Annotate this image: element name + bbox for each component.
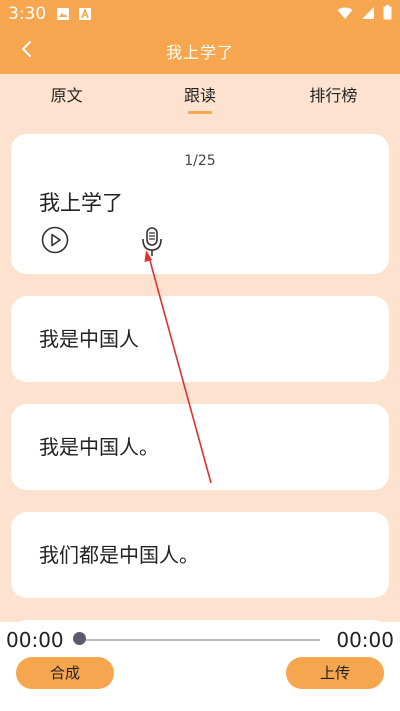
- sentence-counter: 1/25: [184, 153, 216, 169]
- page-title: 我上学了: [165, 43, 234, 62]
- image-icon: [56, 7, 70, 21]
- current-time: 00:00: [6, 628, 64, 652]
- tab-original[interactable]: 原文: [0, 74, 133, 120]
- a-icon: [78, 7, 92, 21]
- signal-icon: [361, 5, 375, 24]
- play-circle-icon: [41, 226, 69, 258]
- play-button[interactable]: [41, 226, 69, 254]
- battery-icon: [383, 4, 392, 24]
- time-row: 00:00 00:00: [0, 626, 400, 654]
- wifi-icon: [337, 5, 353, 24]
- compose-button[interactable]: 合成: [16, 657, 114, 689]
- status-bar: 3:30: [0, 0, 400, 28]
- app-bar: 我上学了: [0, 28, 400, 74]
- sentence-text: 我上学了: [39, 191, 123, 215]
- sentence-text: 我们都是中国人。: [39, 543, 199, 567]
- total-time: 00:00: [336, 628, 394, 652]
- record-button[interactable]: [139, 226, 165, 258]
- slider-thumb[interactable]: [73, 632, 86, 645]
- microphone-icon: [139, 227, 165, 262]
- chevron-left-icon: [20, 40, 34, 62]
- tab-follow-read[interactable]: 跟读: [133, 74, 266, 120]
- progress-slider[interactable]: [78, 639, 320, 641]
- back-button[interactable]: [12, 36, 42, 66]
- tab-bar: 原文 跟读 排行榜: [0, 74, 400, 120]
- player-panel: 00:00 00:00 合成 上传: [0, 622, 400, 711]
- status-time: 3:30: [8, 4, 47, 24]
- sentence-text: 我是中国人: [39, 327, 139, 351]
- tab-leaderboard[interactable]: 排行榜: [267, 74, 400, 120]
- sentence-card[interactable]: 我是中国人。: [11, 404, 389, 490]
- sentence-card-active: 1/25 我上学了: [11, 134, 389, 274]
- upload-button[interactable]: 上传: [286, 657, 384, 689]
- sentence-card[interactable]: 我是中国人: [11, 296, 389, 382]
- sentence-text: 我是中国人。: [39, 435, 159, 459]
- sentence-card[interactable]: 我们都是中国人。: [11, 512, 389, 598]
